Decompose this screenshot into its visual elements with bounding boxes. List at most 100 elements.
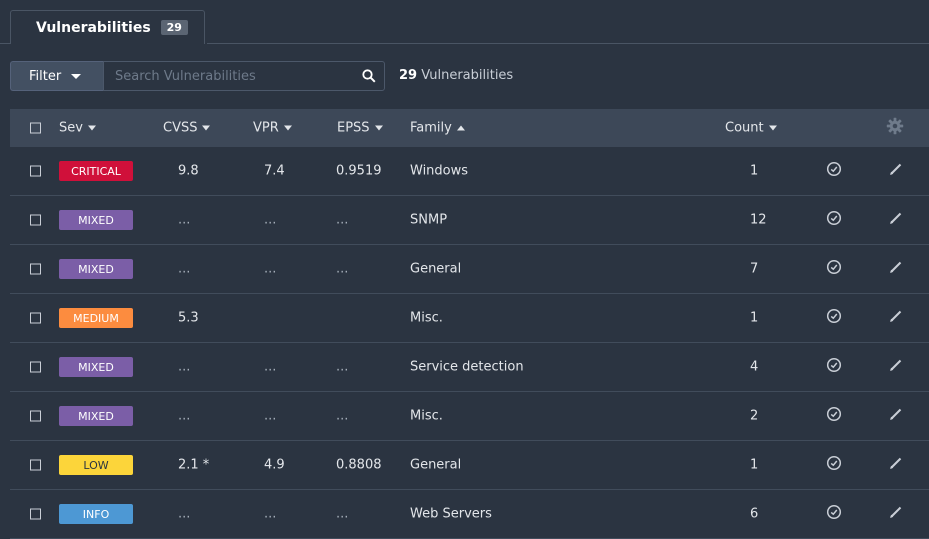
severity-badge: MIXED [59, 259, 133, 279]
sort-down-icon [768, 125, 777, 131]
severity-badge: LOW [59, 455, 133, 475]
family-name[interactable]: Web Servers [410, 507, 492, 522]
sort-down-icon [202, 125, 211, 131]
clock-icon[interactable] [826, 455, 842, 475]
search-input[interactable] [104, 61, 354, 91]
cvss-value: ... [178, 408, 191, 424]
caret-down-icon [71, 73, 82, 79]
family-name[interactable]: Windows [410, 164, 468, 179]
vulnerabilities-table: Sev CVSS VPR EPSS Family Count CRITICAL … [10, 109, 929, 539]
table-row[interactable]: MIXED......... SNMP 12 [10, 196, 929, 245]
pencil-icon[interactable] [888, 455, 904, 475]
pencil-icon[interactable] [888, 406, 904, 426]
table-row[interactable]: MIXED......... Misc. 2 [10, 392, 929, 441]
column-header-label: Count [725, 120, 764, 136]
column-header-epss[interactable]: EPSS [337, 121, 383, 136]
vpr-value: ... [264, 261, 277, 277]
epss-value: ... [336, 359, 349, 375]
family-name[interactable]: SNMP [410, 213, 447, 228]
table-body: CRITICAL 9.8 7.4 0.9519 Windows 1 MIXED.......… [10, 147, 929, 539]
epss-value: 0.8808 [336, 457, 382, 473]
table-row[interactable]: MIXED......... General 7 [10, 245, 929, 294]
epss-value: ... [336, 212, 349, 228]
result-count-suffix: Vulnerabilities [417, 68, 514, 83]
epss-value: ... [336, 261, 349, 277]
pencil-icon[interactable] [888, 357, 904, 377]
family-name[interactable]: Service detection [410, 360, 524, 375]
row-checkbox[interactable] [30, 312, 41, 324]
result-count-number: 29 [399, 68, 418, 83]
table-row[interactable]: INFO......... Web Servers 6 [10, 490, 929, 539]
clock-icon[interactable] [826, 210, 842, 230]
count-value: 12 [750, 212, 767, 228]
row-checkbox[interactable] [30, 263, 41, 275]
tab-vulnerabilities[interactable]: Vulnerabilities 29 [10, 10, 205, 44]
gear-icon[interactable] [886, 117, 904, 139]
column-header-family[interactable]: Family [410, 121, 465, 136]
count-value: 1 [750, 457, 759, 473]
count-value: 6 [750, 506, 759, 522]
table-header: Sev CVSS VPR EPSS Family Count [10, 109, 929, 147]
column-header-vpr[interactable]: VPR [253, 121, 292, 136]
table-row[interactable]: CRITICAL 9.8 7.4 0.9519 Windows 1 [10, 147, 929, 196]
cvss-value: ... [178, 212, 191, 228]
tab-label: Vulnerabilities [36, 19, 151, 36]
clock-icon[interactable] [826, 504, 842, 524]
select-all-checkbox[interactable] [30, 122, 41, 134]
count-value: 7 [750, 261, 759, 277]
column-header-count[interactable]: Count [725, 121, 777, 136]
table-row[interactable]: MEDIUM 5.3 Misc. 1 [10, 294, 929, 343]
table-row[interactable]: MIXED......... Service detection 4 [10, 343, 929, 392]
family-name[interactable]: General [410, 262, 461, 277]
column-header-label: VPR [253, 120, 279, 136]
clock-icon[interactable] [826, 161, 842, 181]
clock-icon[interactable] [826, 357, 842, 377]
result-count: 29 Vulnerabilities [399, 68, 513, 83]
epss-value: 0.9519 [336, 163, 382, 179]
column-header-label: Family [410, 120, 452, 136]
clock-icon[interactable] [826, 406, 842, 426]
vpr-value: ... [264, 212, 277, 228]
vpr-value: ... [264, 506, 277, 522]
family-name[interactable]: Misc. [410, 311, 443, 326]
row-checkbox[interactable] [30, 214, 41, 226]
filter-button[interactable]: Filter [10, 61, 103, 91]
search-box [103, 61, 385, 91]
count-value: 4 [750, 359, 759, 375]
epss-value: ... [336, 506, 349, 522]
count-value: 2 [750, 408, 759, 424]
row-checkbox[interactable] [30, 165, 41, 177]
row-checkbox[interactable] [30, 410, 41, 422]
family-name[interactable]: General [410, 458, 461, 473]
cvss-value: ... [178, 359, 191, 375]
row-checkbox[interactable] [30, 508, 41, 520]
search-icon[interactable] [354, 69, 384, 83]
tab-divider [0, 43, 10, 44]
pencil-icon[interactable] [888, 161, 904, 181]
row-checkbox[interactable] [30, 459, 41, 471]
column-header-cvss[interactable]: CVSS [163, 120, 211, 136]
sort-down-icon [87, 125, 96, 131]
vpr-value: 4.9 [264, 457, 285, 473]
pencil-icon[interactable] [888, 210, 904, 230]
column-header-label: EPSS [337, 120, 370, 136]
severity-badge: CRITICAL [59, 161, 133, 181]
pencil-icon[interactable] [888, 259, 904, 279]
sort-down-icon [374, 125, 383, 131]
vpr-value: ... [264, 408, 277, 424]
sort-up-icon [456, 125, 465, 131]
count-value: 1 [750, 310, 759, 326]
family-name[interactable]: Misc. [410, 409, 443, 424]
sort-down-icon [283, 125, 292, 131]
clock-icon[interactable] [826, 308, 842, 328]
tab-bar: Vulnerabilities 29 [0, 0, 929, 44]
severity-badge: MIXED [59, 357, 133, 377]
row-checkbox[interactable] [30, 361, 41, 373]
pencil-icon[interactable] [888, 308, 904, 328]
table-row[interactable]: LOW 2.1 * 4.9 0.8808 General 1 [10, 441, 929, 490]
column-header-label: CVSS [163, 120, 198, 136]
cvss-value: 2.1 * [178, 457, 210, 473]
column-header-sev[interactable]: Sev [59, 121, 96, 136]
pencil-icon[interactable] [888, 504, 904, 524]
clock-icon[interactable] [826, 259, 842, 279]
